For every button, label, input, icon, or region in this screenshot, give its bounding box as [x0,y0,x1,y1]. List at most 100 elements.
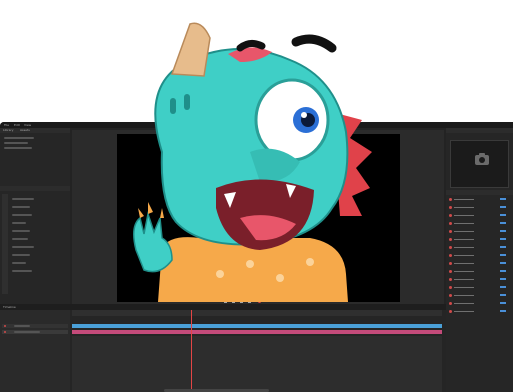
layer-list-item[interactable] [12,222,26,224]
properties-panel [446,128,513,392]
shirt-dot [216,270,224,278]
claw [148,202,153,214]
shirt-dot [276,274,284,282]
property-value[interactable] [500,246,506,248]
layer-list-item[interactable] [12,238,28,240]
tab-assets[interactable]: Assets [20,128,30,132]
property-value[interactable] [500,206,506,208]
library-item-bar [4,137,34,139]
property-value[interactable] [500,294,506,296]
shirt-dot [306,258,314,266]
property-label-bar [454,263,474,264]
layer-list-item[interactable] [12,270,32,272]
left-eyebrow [236,39,266,52]
layer-list-item[interactable] [12,230,30,232]
property-value[interactable] [500,270,506,272]
property-row[interactable] [449,214,509,217]
property-label-bar [454,207,474,208]
nostril [184,94,190,110]
menu-edit[interactable]: Edit [14,123,20,127]
library-item[interactable] [2,136,68,140]
property-label-bar [454,287,474,288]
property-value[interactable] [500,286,506,288]
property-row[interactable] [449,302,509,305]
layer-name-bar [14,325,30,327]
properties-header [446,128,513,133]
keyframe-icon [449,294,452,297]
keyframe-icon [449,214,452,217]
timeline-track-dino[interactable] [72,330,442,334]
eye-highlight [301,112,307,118]
keyframe-icon [449,206,452,209]
property-label-bar [454,271,474,272]
property-value[interactable] [500,214,506,216]
property-row[interactable] [449,246,509,249]
property-value[interactable] [500,230,506,232]
property-value[interactable] [500,302,506,304]
property-label-bar [454,255,474,256]
property-row[interactable] [449,254,509,257]
layer-list-item[interactable] [12,246,34,248]
camera-icon [475,153,489,165]
right-eyebrow [291,34,337,53]
menu-view[interactable]: View [24,123,31,127]
property-row[interactable] [449,206,509,209]
timeline-empty-area [72,336,442,392]
properties-section-header [446,190,513,195]
library-item[interactable] [2,141,68,145]
property-label-bar [454,239,474,240]
property-row[interactable] [449,222,509,225]
claw [160,208,164,218]
property-label-bar [454,303,474,304]
timeline-layer-row[interactable] [2,330,68,334]
keyframe-icon [449,286,452,289]
shirt-dot [246,260,254,268]
layer-list-item[interactable] [12,214,32,216]
property-row[interactable] [449,294,509,297]
property-label-bar [454,311,474,312]
property-row[interactable] [449,198,509,201]
property-value[interactable] [500,238,506,240]
menu-file[interactable]: File [4,123,9,127]
layer-name-bar [14,331,40,333]
keyframe-icon [449,222,452,225]
keyframe-icon [449,262,452,265]
property-label-bar [454,199,474,200]
layer-list-item[interactable] [12,198,34,200]
property-row[interactable] [449,270,509,273]
claw [138,208,144,218]
property-row[interactable] [449,238,509,241]
keyframe-icon [449,254,452,257]
visibility-icon[interactable] [4,331,6,333]
library-item-bar [4,142,28,144]
property-label-bar [454,231,474,232]
timeline-playhead[interactable] [191,310,192,392]
property-row[interactable] [449,310,509,313]
tab-library[interactable]: Library [3,128,14,132]
visibility-icon[interactable] [4,325,6,327]
timeline-panel: Timeline [0,304,446,392]
library-item[interactable] [2,146,68,150]
layer-list-item[interactable] [12,262,26,264]
layer-list-item[interactable] [12,206,30,208]
library-panel-header: Library Assets [0,128,70,133]
property-value[interactable] [500,254,506,256]
property-row[interactable] [449,262,509,265]
property-value[interactable] [500,198,506,200]
timeline-ruler[interactable] [72,310,442,316]
keyframe-icon [449,238,452,241]
keyframe-icon [449,246,452,249]
property-value[interactable] [500,262,506,264]
keyframe-icon [449,230,452,233]
property-row[interactable] [449,230,509,233]
timeline-track-layer-1[interactable] [72,324,442,328]
property-value[interactable] [500,222,506,224]
property-label-bar [454,295,474,296]
property-value[interactable] [500,310,506,312]
layer-list-item[interactable] [12,254,30,256]
property-row[interactable] [449,286,509,289]
property-label-bar [454,215,474,216]
property-row[interactable] [449,278,509,281]
timeline-layer-row[interactable] [2,324,68,328]
property-value[interactable] [500,278,506,280]
